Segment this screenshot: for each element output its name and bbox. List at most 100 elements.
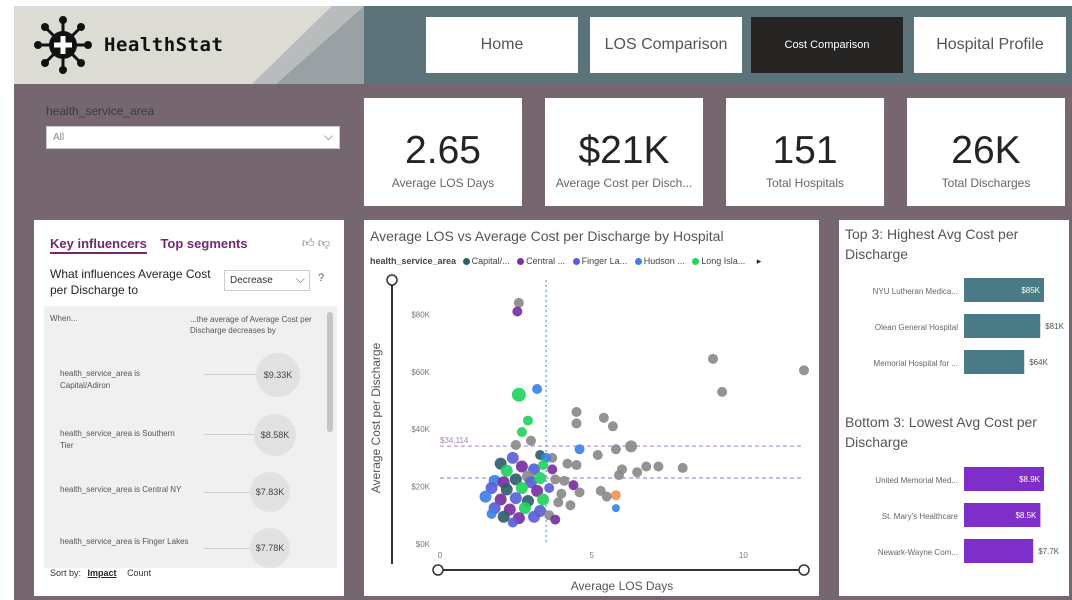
x-zoom-handle[interactable] (432, 564, 444, 576)
scatter-point[interactable] (506, 451, 519, 464)
scatter-point[interactable] (607, 421, 618, 432)
report-canvas: HealthStat Home LOS Comparison Cost Comp… (14, 6, 1072, 600)
scatter-point[interactable] (632, 467, 643, 478)
scatter-point[interactable] (534, 471, 547, 484)
ki-then-label: ...the average of Average Cost per Disch… (190, 315, 312, 335)
scatter-point[interactable] (613, 470, 624, 481)
ki-value-bubble[interactable]: $7.78K (250, 528, 290, 568)
scatter-point[interactable] (500, 483, 513, 496)
scatter-point[interactable] (625, 440, 638, 453)
scatter-point[interactable] (528, 510, 541, 523)
sort-count-option[interactable]: Count (127, 568, 151, 578)
scatter-point[interactable] (522, 415, 533, 426)
scatter-point[interactable] (510, 439, 521, 450)
scatter-point[interactable] (677, 462, 688, 473)
tab-key-influencers[interactable]: Key influencers (50, 236, 147, 254)
scatter-point[interactable] (799, 365, 809, 376)
scatter-point[interactable] (571, 406, 582, 417)
scatter-point[interactable] (512, 306, 523, 317)
kpi-value: 26K (951, 129, 1021, 172)
scatter-point[interactable] (497, 510, 510, 523)
scatter-point[interactable] (717, 386, 728, 397)
scatter-point[interactable] (708, 353, 718, 364)
ki-direction-dropdown[interactable]: Decrease ⌵ (224, 270, 310, 291)
scatter-point[interactable] (513, 297, 524, 308)
x-tick-label: 10 (739, 551, 748, 560)
y-zoom-handle[interactable] (386, 274, 398, 286)
bar[interactable] (964, 314, 1041, 338)
bar[interactable] (964, 539, 1034, 563)
ki-scrollbar[interactable] (327, 312, 333, 432)
scatter-point[interactable] (565, 500, 576, 511)
thumbs-up-icon[interactable]: 👍︎ (302, 236, 315, 250)
x-tick-label: 5 (589, 551, 594, 560)
scatter-point[interactable] (641, 461, 652, 472)
scatter-point[interactable] (610, 490, 621, 501)
top3-bar-chart: NYU Lutheran Medica... $85K Olean General … (873, 278, 1065, 374)
scatter-point[interactable] (526, 435, 536, 446)
y-tick-label: $20K (411, 483, 430, 492)
kpi-label: Total Discharges (941, 176, 1031, 190)
scatter-point[interactable] (511, 387, 526, 402)
ki-results: When... ...the average of Average Cost p… (44, 306, 337, 568)
scatter-point[interactable] (574, 487, 585, 498)
scatter-point[interactable] (559, 475, 570, 486)
scatter-point[interactable] (537, 493, 550, 506)
ki-row-label[interactable]: health_service_area is Capital/Adiron (60, 368, 190, 392)
scatter-point[interactable] (556, 488, 567, 499)
scatter-point[interactable] (571, 460, 582, 471)
scatter-point[interactable] (509, 492, 522, 505)
bottom3-bar-chart: United Memorial Med... $8.9K St. Mary's He… (875, 467, 1060, 563)
scatter-point[interactable] (518, 502, 531, 515)
ki-value-bubble[interactable]: $7.83K (250, 472, 290, 512)
sort-impact-option[interactable]: Impact (88, 568, 117, 578)
thumbs-down-icon[interactable]: 👎︎ (318, 236, 330, 250)
scatter-point[interactable] (592, 450, 603, 461)
ki-value-bubble[interactable]: $9.33K (256, 353, 300, 397)
x-tick-label: 0 (438, 551, 443, 560)
logo-area: HealthStat (14, 6, 364, 84)
kpi-card-total-hospitals: 151 Total Hospitals (726, 98, 884, 206)
scatter-point[interactable] (571, 418, 582, 429)
chevron-down-icon[interactable]: ⌵ (324, 129, 333, 144)
ki-value-bubble[interactable]: $8.58K (254, 414, 296, 456)
ki-row-label[interactable]: health_service_area is Finger Lakes (60, 536, 190, 548)
scatter-point[interactable] (515, 460, 528, 473)
x-zoom-handle[interactable] (798, 564, 810, 576)
scatter-point[interactable] (486, 508, 497, 519)
ki-row-label[interactable]: health_service_area is Central NY (60, 484, 190, 496)
scatter-point[interactable] (544, 483, 555, 494)
scatter-point[interactable] (611, 504, 620, 513)
scatter-point[interactable] (515, 482, 528, 495)
bar-category-label: Newark-Wayne Com... (878, 548, 958, 557)
nav-los-comparison-button[interactable]: LOS Comparison (590, 17, 742, 73)
scatter-point[interactable] (601, 491, 612, 502)
scatter-point[interactable] (538, 460, 549, 471)
help-icon[interactable]: ? (318, 272, 324, 284)
nav-hospital-profile-button[interactable]: Hospital Profile (914, 17, 1066, 73)
tab-top-segments[interactable]: Top segments (160, 236, 247, 251)
scatter-point[interactable] (598, 412, 609, 423)
scatter-point[interactable] (553, 497, 564, 508)
scatter-point[interactable] (562, 458, 573, 469)
scatter-point[interactable] (653, 461, 664, 472)
scatter-point[interactable] (479, 490, 492, 503)
scatter-point[interactable] (610, 444, 621, 455)
scatter-point[interactable] (532, 383, 543, 394)
scatter-point[interactable] (507, 517, 518, 528)
bar-category-label: St. Mary's Healthcare (882, 512, 959, 521)
kpi-card-total-discharges: 26K Total Discharges (907, 98, 1065, 206)
ki-row-label[interactable]: health_service_area is Southern Tier (60, 428, 190, 452)
scatter-point[interactable] (547, 464, 558, 475)
health-service-area-slicer[interactable]: All ⌵ (46, 126, 340, 149)
scatter-point[interactable] (550, 474, 561, 485)
nav-home-button[interactable]: Home (426, 17, 578, 73)
scatter-point[interactable] (516, 427, 527, 438)
bar[interactable] (964, 350, 1025, 374)
scatter-point[interactable] (500, 464, 513, 477)
scatter-point[interactable] (574, 444, 585, 455)
ki-connector (204, 492, 250, 493)
chevron-down-icon[interactable]: ⌵ (296, 272, 305, 287)
nav-cost-comparison-button[interactable]: Cost Comparison (751, 17, 903, 73)
scatter-point[interactable] (550, 514, 561, 525)
